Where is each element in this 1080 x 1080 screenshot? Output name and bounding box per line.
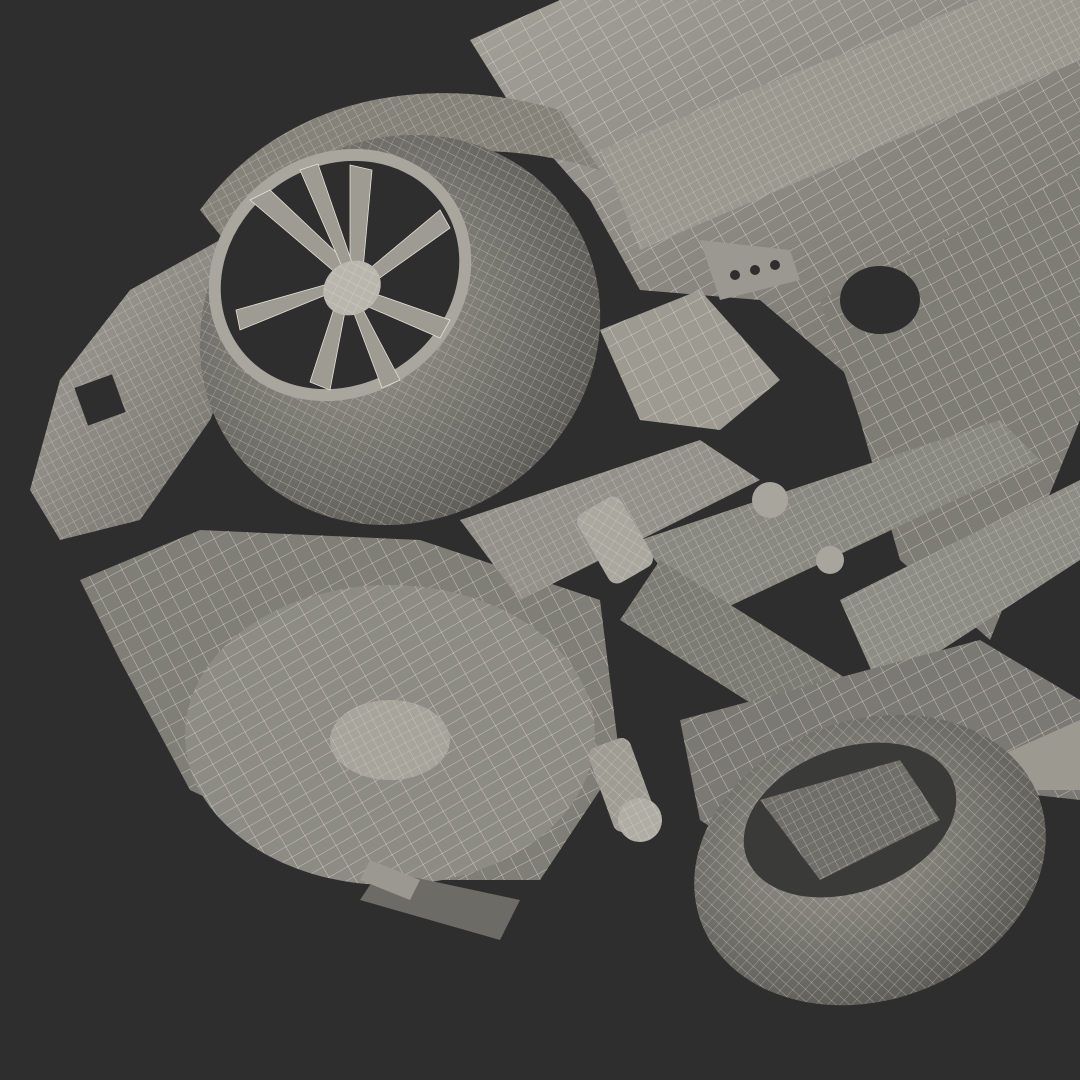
- chassis-wireframe-render: [0, 0, 1080, 1080]
- bushing: [752, 482, 788, 518]
- render-viewport: [0, 0, 1080, 1080]
- bushing: [816, 546, 844, 574]
- frame-cutout: [840, 266, 920, 334]
